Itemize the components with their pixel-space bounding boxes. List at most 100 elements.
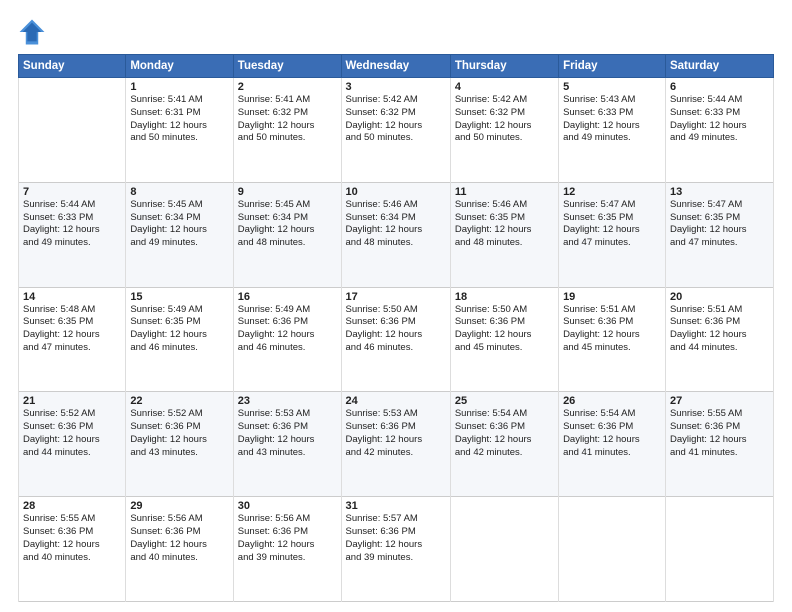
day-info: Sunrise: 5:56 AM Sunset: 6:36 PM Dayligh… (238, 513, 337, 564)
col-header-monday: Monday (126, 55, 233, 78)
day-info: Sunrise: 5:47 AM Sunset: 6:35 PM Dayligh… (670, 199, 769, 250)
calendar-cell: 9Sunrise: 5:45 AM Sunset: 6:34 PM Daylig… (233, 182, 341, 287)
calendar-cell: 8Sunrise: 5:45 AM Sunset: 6:34 PM Daylig… (126, 182, 233, 287)
header (18, 18, 774, 46)
week-row-1: 1Sunrise: 5:41 AM Sunset: 6:31 PM Daylig… (19, 78, 774, 183)
day-number: 26 (563, 395, 661, 407)
day-number: 7 (23, 186, 121, 198)
calendar-cell (19, 78, 126, 183)
calendar-cell: 12Sunrise: 5:47 AM Sunset: 6:35 PM Dayli… (559, 182, 666, 287)
day-info: Sunrise: 5:44 AM Sunset: 6:33 PM Dayligh… (23, 199, 121, 250)
day-number: 10 (346, 186, 446, 198)
calendar-cell: 24Sunrise: 5:53 AM Sunset: 6:36 PM Dayli… (341, 392, 450, 497)
calendar-cell: 18Sunrise: 5:50 AM Sunset: 6:36 PM Dayli… (450, 287, 558, 392)
day-info: Sunrise: 5:55 AM Sunset: 6:36 PM Dayligh… (23, 513, 121, 564)
day-number: 17 (346, 291, 446, 303)
day-number: 18 (455, 291, 554, 303)
day-info: Sunrise: 5:51 AM Sunset: 6:36 PM Dayligh… (563, 304, 661, 355)
calendar-cell: 2Sunrise: 5:41 AM Sunset: 6:32 PM Daylig… (233, 78, 341, 183)
calendar-cell: 25Sunrise: 5:54 AM Sunset: 6:36 PM Dayli… (450, 392, 558, 497)
header-row: SundayMondayTuesdayWednesdayThursdayFrid… (19, 55, 774, 78)
page: SundayMondayTuesdayWednesdayThursdayFrid… (0, 0, 792, 612)
day-info: Sunrise: 5:49 AM Sunset: 6:36 PM Dayligh… (238, 304, 337, 355)
week-row-3: 14Sunrise: 5:48 AM Sunset: 6:35 PM Dayli… (19, 287, 774, 392)
day-number: 8 (130, 186, 228, 198)
calendar-cell: 19Sunrise: 5:51 AM Sunset: 6:36 PM Dayli… (559, 287, 666, 392)
day-number: 9 (238, 186, 337, 198)
day-info: Sunrise: 5:44 AM Sunset: 6:33 PM Dayligh… (670, 94, 769, 145)
day-info: Sunrise: 5:45 AM Sunset: 6:34 PM Dayligh… (238, 199, 337, 250)
col-header-wednesday: Wednesday (341, 55, 450, 78)
logo-icon (18, 18, 46, 46)
calendar-cell: 6Sunrise: 5:44 AM Sunset: 6:33 PM Daylig… (665, 78, 773, 183)
day-number: 16 (238, 291, 337, 303)
day-number: 13 (670, 186, 769, 198)
calendar-cell: 21Sunrise: 5:52 AM Sunset: 6:36 PM Dayli… (19, 392, 126, 497)
day-info: Sunrise: 5:50 AM Sunset: 6:36 PM Dayligh… (346, 304, 446, 355)
day-info: Sunrise: 5:56 AM Sunset: 6:36 PM Dayligh… (130, 513, 228, 564)
week-row-4: 21Sunrise: 5:52 AM Sunset: 6:36 PM Dayli… (19, 392, 774, 497)
day-number: 15 (130, 291, 228, 303)
calendar-cell: 5Sunrise: 5:43 AM Sunset: 6:33 PM Daylig… (559, 78, 666, 183)
calendar-cell: 7Sunrise: 5:44 AM Sunset: 6:33 PM Daylig… (19, 182, 126, 287)
calendar-body: 1Sunrise: 5:41 AM Sunset: 6:31 PM Daylig… (19, 78, 774, 602)
day-info: Sunrise: 5:53 AM Sunset: 6:36 PM Dayligh… (238, 408, 337, 459)
day-number: 3 (346, 81, 446, 93)
day-number: 29 (130, 500, 228, 512)
day-number: 31 (346, 500, 446, 512)
calendar-cell: 3Sunrise: 5:42 AM Sunset: 6:32 PM Daylig… (341, 78, 450, 183)
calendar-header: SundayMondayTuesdayWednesdayThursdayFrid… (19, 55, 774, 78)
calendar-cell: 27Sunrise: 5:55 AM Sunset: 6:36 PM Dayli… (665, 392, 773, 497)
day-number: 20 (670, 291, 769, 303)
day-number: 12 (563, 186, 661, 198)
calendar-cell: 20Sunrise: 5:51 AM Sunset: 6:36 PM Dayli… (665, 287, 773, 392)
calendar-cell: 11Sunrise: 5:46 AM Sunset: 6:35 PM Dayli… (450, 182, 558, 287)
col-header-saturday: Saturday (665, 55, 773, 78)
day-info: Sunrise: 5:52 AM Sunset: 6:36 PM Dayligh… (23, 408, 121, 459)
calendar-cell: 15Sunrise: 5:49 AM Sunset: 6:35 PM Dayli… (126, 287, 233, 392)
day-number: 23 (238, 395, 337, 407)
col-header-thursday: Thursday (450, 55, 558, 78)
day-number: 1 (130, 81, 228, 93)
day-info: Sunrise: 5:42 AM Sunset: 6:32 PM Dayligh… (455, 94, 554, 145)
calendar-cell: 4Sunrise: 5:42 AM Sunset: 6:32 PM Daylig… (450, 78, 558, 183)
calendar-cell: 22Sunrise: 5:52 AM Sunset: 6:36 PM Dayli… (126, 392, 233, 497)
day-info: Sunrise: 5:47 AM Sunset: 6:35 PM Dayligh… (563, 199, 661, 250)
calendar-cell: 23Sunrise: 5:53 AM Sunset: 6:36 PM Dayli… (233, 392, 341, 497)
calendar-cell: 17Sunrise: 5:50 AM Sunset: 6:36 PM Dayli… (341, 287, 450, 392)
day-info: Sunrise: 5:50 AM Sunset: 6:36 PM Dayligh… (455, 304, 554, 355)
day-number: 24 (346, 395, 446, 407)
day-number: 28 (23, 500, 121, 512)
day-info: Sunrise: 5:46 AM Sunset: 6:34 PM Dayligh… (346, 199, 446, 250)
logo (18, 18, 50, 46)
day-info: Sunrise: 5:52 AM Sunset: 6:36 PM Dayligh… (130, 408, 228, 459)
day-info: Sunrise: 5:54 AM Sunset: 6:36 PM Dayligh… (455, 408, 554, 459)
calendar-cell (450, 497, 558, 602)
day-number: 30 (238, 500, 337, 512)
calendar-cell: 26Sunrise: 5:54 AM Sunset: 6:36 PM Dayli… (559, 392, 666, 497)
calendar-cell: 13Sunrise: 5:47 AM Sunset: 6:35 PM Dayli… (665, 182, 773, 287)
calendar-cell: 30Sunrise: 5:56 AM Sunset: 6:36 PM Dayli… (233, 497, 341, 602)
calendar-table: SundayMondayTuesdayWednesdayThursdayFrid… (18, 54, 774, 602)
day-number: 27 (670, 395, 769, 407)
day-info: Sunrise: 5:55 AM Sunset: 6:36 PM Dayligh… (670, 408, 769, 459)
calendar-cell: 14Sunrise: 5:48 AM Sunset: 6:35 PM Dayli… (19, 287, 126, 392)
calendar-cell: 1Sunrise: 5:41 AM Sunset: 6:31 PM Daylig… (126, 78, 233, 183)
col-header-friday: Friday (559, 55, 666, 78)
day-number: 5 (563, 81, 661, 93)
day-info: Sunrise: 5:41 AM Sunset: 6:31 PM Dayligh… (130, 94, 228, 145)
day-info: Sunrise: 5:53 AM Sunset: 6:36 PM Dayligh… (346, 408, 446, 459)
calendar-cell (665, 497, 773, 602)
day-info: Sunrise: 5:43 AM Sunset: 6:33 PM Dayligh… (563, 94, 661, 145)
day-number: 14 (23, 291, 121, 303)
week-row-5: 28Sunrise: 5:55 AM Sunset: 6:36 PM Dayli… (19, 497, 774, 602)
day-number: 22 (130, 395, 228, 407)
day-info: Sunrise: 5:46 AM Sunset: 6:35 PM Dayligh… (455, 199, 554, 250)
day-info: Sunrise: 5:54 AM Sunset: 6:36 PM Dayligh… (563, 408, 661, 459)
day-info: Sunrise: 5:48 AM Sunset: 6:35 PM Dayligh… (23, 304, 121, 355)
calendar-cell: 29Sunrise: 5:56 AM Sunset: 6:36 PM Dayli… (126, 497, 233, 602)
calendar-cell: 16Sunrise: 5:49 AM Sunset: 6:36 PM Dayli… (233, 287, 341, 392)
calendar-cell: 31Sunrise: 5:57 AM Sunset: 6:36 PM Dayli… (341, 497, 450, 602)
day-number: 2 (238, 81, 337, 93)
day-info: Sunrise: 5:49 AM Sunset: 6:35 PM Dayligh… (130, 304, 228, 355)
